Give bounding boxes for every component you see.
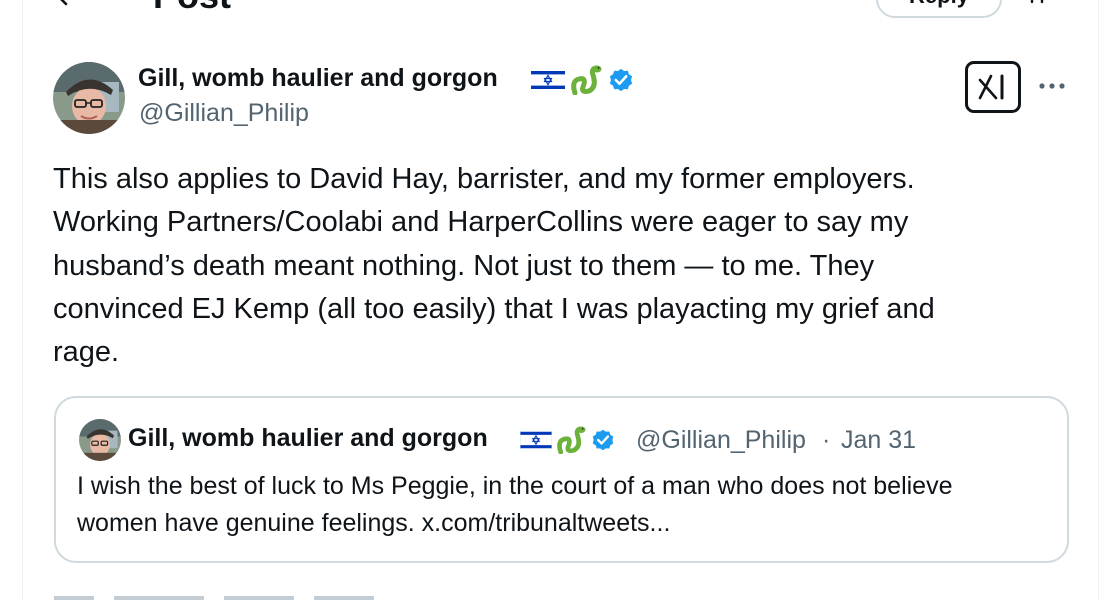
quoted-avatar[interactable] xyxy=(79,419,121,461)
quoted-date: Jan 31 xyxy=(841,426,917,454)
reply-button[interactable]: Reply xyxy=(876,0,1002,18)
author-badges xyxy=(531,65,635,95)
israel-flag-icon xyxy=(531,68,565,92)
quoted-separator: · xyxy=(822,426,831,454)
quoted-text-line: I wish the best of luck to Ms Peggie, in… xyxy=(77,472,953,500)
snake-icon xyxy=(571,65,602,95)
quoted-post-card[interactable]: Gill, womb haulier and gorgon @Gillian_P… xyxy=(54,396,1069,563)
cut-off-timestamp-row xyxy=(54,596,374,600)
quoted-text: I wish the best of luck to Ms Peggie, in… xyxy=(77,468,1062,541)
post-text-line: This also applies to David Hay, barriste… xyxy=(53,163,915,195)
snake-icon xyxy=(557,426,586,454)
post-text-line: rage. xyxy=(53,336,120,369)
quoted-text-line: women have genuine feelings. x.com/tribu… xyxy=(77,508,671,537)
quoted-avatar-image xyxy=(79,419,121,461)
post-text-line: husband’s death meant nothing. Not just … xyxy=(53,249,875,282)
back-arrow-icon[interactable] xyxy=(56,0,78,6)
author-name[interactable]: Gill, womb haulier and gorgon xyxy=(138,64,498,93)
more-options-icon[interactable] xyxy=(1036,80,1068,92)
post-text-line: convinced EJ Kemp (all too easily) that … xyxy=(53,292,935,325)
page-title: Post xyxy=(153,0,231,14)
avatar[interactable] xyxy=(53,62,125,134)
post-text: This also applies to David Hay, barriste… xyxy=(53,158,1063,374)
verified-icon xyxy=(592,429,614,451)
avatar-image xyxy=(53,62,125,134)
grok-icon xyxy=(978,74,1004,100)
settings-icon[interactable] xyxy=(1022,0,1052,4)
israel-flag-icon xyxy=(520,429,552,451)
quoted-author-handle: @Gillian_Philip xyxy=(636,426,806,454)
verified-icon[interactable] xyxy=(607,66,635,94)
post-detail-page: Post Reply Gill, womb haulier and gorgon xyxy=(0,0,1108,600)
quoted-author-badges xyxy=(520,426,616,454)
quoted-author-name: Gill, womb haulier and gorgon xyxy=(128,424,488,452)
column-border-right xyxy=(1098,0,1099,600)
post-text-line: Working Partners/Coolabi and HarperColli… xyxy=(53,206,909,239)
author-handle[interactable]: @Gillian_Philip xyxy=(139,99,309,128)
grok-button[interactable] xyxy=(965,61,1021,113)
column-border-left xyxy=(22,0,23,600)
